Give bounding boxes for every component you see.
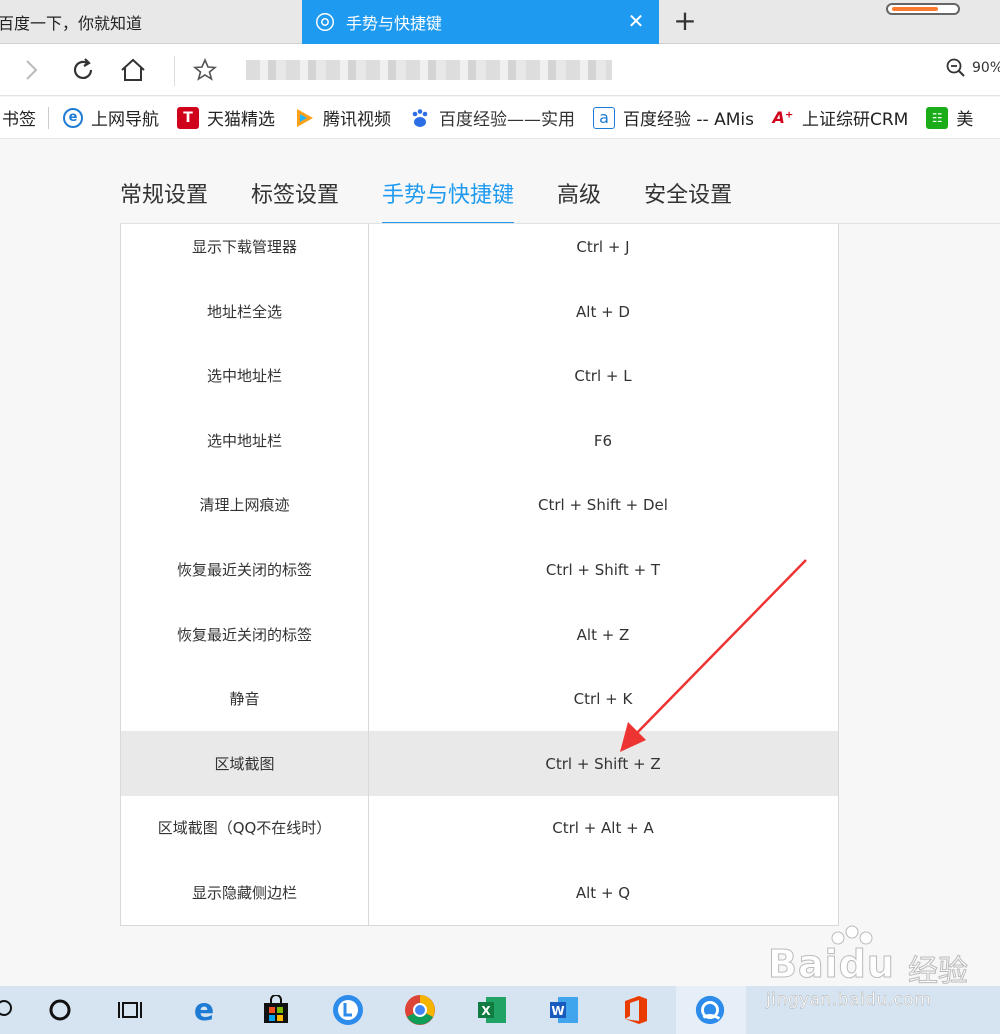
bookmark-item[interactable]: a 百度经验 -- AMis	[593, 105, 754, 130]
watermark-cn: 经验	[908, 954, 969, 990]
bookmark-item[interactable]: e 上网导航	[63, 105, 159, 130]
cortana-icon[interactable]	[44, 994, 76, 1026]
shortcut-cell[interactable]: Ctrl + K	[368, 666, 838, 731]
action-cell: 清理上网痕迹	[199, 496, 290, 514]
bookmarks-bar: 书签 e 上网导航 T 天猫精选 腾讯视频 百度经验——实用 a 百度经验 --…	[0, 97, 1000, 139]
action-cell: 显示下载管理器	[191, 238, 297, 256]
action-cell: 恢复最近关闭的标签	[176, 561, 312, 579]
tab-baidu[interactable]: 百度一下，你就知道	[0, 0, 300, 44]
home-icon[interactable]	[118, 55, 148, 85]
watermark-logo: Baidu	[768, 942, 895, 987]
store-icon[interactable]	[260, 994, 292, 1026]
office-icon[interactable]	[620, 994, 652, 1026]
shortcut-cell[interactable]: Ctrl + L	[368, 343, 838, 408]
close-icon[interactable]: ✕	[625, 9, 647, 33]
bookmark-label: 百度经验——实用	[439, 110, 575, 130]
bookmark-item[interactable]: 百度经验——实用	[409, 105, 575, 130]
zoom-level: 90%	[972, 60, 1000, 76]
navigation-bar: 90%	[0, 44, 1000, 96]
shortcut-cell[interactable]: Ctrl + Shift + T	[368, 537, 838, 602]
forward-icon[interactable]	[16, 55, 46, 85]
table-row[interactable]: 地址栏全选 Alt + D	[121, 279, 838, 344]
browser-icon[interactable]	[694, 994, 726, 1026]
address-input[interactable]	[246, 60, 612, 80]
table-row[interactable]: 显示隐藏侧边栏 Alt + Q	[121, 860, 838, 925]
star-icon[interactable]	[190, 55, 220, 85]
bookmark-label: 腾讯视频	[323, 110, 391, 130]
tab-label: 手势与快捷键	[346, 14, 443, 33]
crm-icon: A⁺	[772, 108, 794, 127]
action-cell: 地址栏全选	[206, 303, 282, 321]
svg-text:W: W	[551, 1004, 564, 1018]
action-cell: 选中地址栏	[206, 432, 282, 450]
divider	[48, 106, 49, 129]
shortcut-cell[interactable]: Ctrl + J	[368, 214, 838, 279]
shortcut-cell[interactable]: Ctrl + Alt + A	[368, 795, 838, 860]
tab-label: 百度一下，你就知道	[0, 14, 143, 33]
action-cell: 选中地址栏	[206, 367, 282, 385]
zoom-control[interactable]: 90%	[946, 58, 1000, 78]
shortcut-cell[interactable]: Alt + D	[368, 279, 838, 344]
gear-icon	[316, 13, 334, 31]
bookmark-item[interactable]: ☷ 美	[926, 105, 973, 130]
bookmark-label: 美	[956, 110, 974, 130]
refresh-icon[interactable]	[68, 55, 98, 85]
excel-icon[interactable]: X	[476, 994, 508, 1026]
bookmark-label: 上证综研CRM	[801, 110, 909, 130]
svg-text:e: e	[194, 995, 214, 1025]
table-row[interactable]: 选中地址栏 Ctrl + L	[121, 343, 838, 408]
table-row[interactable]: 显示下载管理器 Ctrl + J	[121, 214, 838, 279]
window-indicator	[886, 3, 960, 15]
bookmark-label: 书签	[2, 110, 36, 130]
shortcut-table: 显示隐藏侧边栏 Alt + Q 区域截图（QQ不在线时） Ctrl + Alt + A…	[120, 224, 839, 926]
table-row[interactable]: 恢复最近关闭的标签 Ctrl + Shift + T	[121, 537, 838, 602]
table-row[interactable]: 选中地址栏 F6	[121, 408, 838, 473]
shortcut-cell[interactable]: F6	[368, 408, 838, 473]
letter-a-icon: a	[593, 106, 615, 129]
shortcut-cell[interactable]: Ctrl + Shift + Del	[368, 472, 838, 537]
ie-icon: e	[63, 107, 83, 128]
search-icon[interactable]	[0, 994, 20, 1026]
tab-shortcuts[interactable]: 手势与快捷键 ✕	[302, 0, 659, 44]
table-row[interactable]: 区域截图 Ctrl + Shift + Z	[121, 731, 838, 796]
tmall-icon: T	[177, 106, 199, 129]
task-view-icon[interactable]	[114, 994, 146, 1026]
bookmark-item[interactable]: A⁺ 上证综研CRM	[772, 105, 909, 130]
table-row[interactable]: 清理上网痕迹 Ctrl + Shift + Del	[121, 472, 838, 537]
chrome-icon[interactable]	[404, 994, 436, 1026]
l-app-icon[interactable]	[332, 994, 364, 1026]
shortcut-cell[interactable]: Alt + Q	[368, 860, 838, 925]
tencent-video-icon	[293, 107, 315, 129]
svg-text:X: X	[481, 1004, 491, 1018]
bookmark-label: 百度经验 -- AMis	[623, 110, 754, 130]
action-cell: 恢复最近关闭的标签	[176, 626, 312, 644]
shortcut-cell[interactable]: Ctrl + Shift + Z	[368, 731, 838, 796]
bookmark-item[interactable]: 腾讯视频	[293, 105, 391, 130]
zoom-out-icon	[946, 58, 965, 77]
shortcut-cell[interactable]: Alt + Z	[368, 602, 838, 667]
sheet-icon: ☷	[926, 106, 949, 129]
tab-strip: 百度一下，你就知道 手势与快捷键 ✕ +	[0, 0, 1000, 44]
word-icon[interactable]: W	[548, 994, 580, 1026]
action-cell: 区域截图	[214, 755, 275, 773]
table-row[interactable]: 区域截图（QQ不在线时） Ctrl + Alt + A	[121, 795, 838, 860]
action-cell: 区域截图（QQ不在线时）	[157, 819, 332, 837]
divider	[174, 56, 175, 86]
taskbar: e X W	[0, 986, 1000, 1034]
baidu-paw-icon	[409, 107, 431, 129]
action-cell: 静音	[229, 690, 260, 708]
bookmark-label: 上网导航	[91, 110, 159, 130]
bookmark-folder[interactable]: 书签	[2, 105, 36, 130]
paw-icon	[831, 925, 873, 945]
table-row[interactable]: 恢复最近关闭的标签 Alt + Z	[121, 602, 838, 667]
table-row[interactable]: 静音 Ctrl + K	[121, 666, 838, 731]
bookmark-item[interactable]: T 天猫精选	[177, 105, 275, 130]
new-tab-button[interactable]: +	[670, 6, 700, 36]
edge-icon[interactable]: e	[188, 994, 220, 1026]
bookmark-label: 天猫精选	[207, 110, 275, 130]
column-divider	[368, 224, 369, 925]
action-cell: 显示隐藏侧边栏	[191, 884, 297, 902]
